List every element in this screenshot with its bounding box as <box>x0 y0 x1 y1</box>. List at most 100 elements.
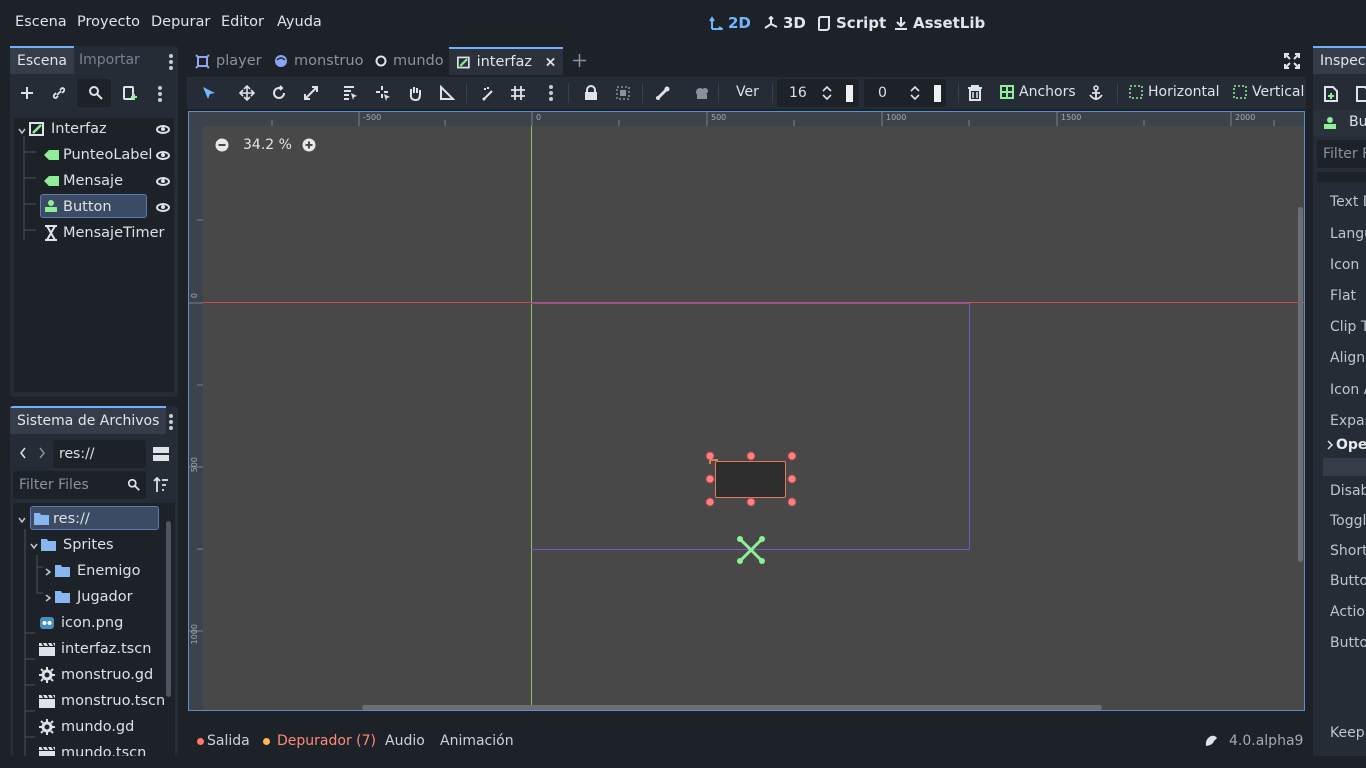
tree-item-punteolabel[interactable]: PunteoLabel <box>41 143 156 167</box>
select-mode-icon[interactable] <box>201 85 217 101</box>
group-icon[interactable] <box>615 85 631 101</box>
selection-handles[interactable] <box>703 449 799 511</box>
new-resource-icon[interactable] <box>1324 86 1338 102</box>
filter-files-input[interactable]: Filter Files <box>13 471 146 499</box>
lock-icon[interactable] <box>583 85 599 101</box>
tab-player[interactable]: player <box>187 47 270 75</box>
collapse-arrow-icon[interactable] <box>29 539 39 555</box>
updown-arrows-icon[interactable] <box>822 85 832 101</box>
scale-mode-icon[interactable] <box>303 85 319 101</box>
tab-sistema-archivos[interactable]: Sistema de Archivos <box>10 406 167 434</box>
inspector-prop: Icon <box>1330 257 1360 273</box>
close-icon[interactable] <box>546 57 555 67</box>
horizontal-scrollbar[interactable] <box>362 705 1102 710</box>
collapse-arrow-icon[interactable] <box>17 124 27 135</box>
tree-item-interfaz[interactable]: Interfaz <box>29 117 159 141</box>
debugger-tab[interactable]: Depurador (7) <box>277 733 376 749</box>
visibility-eye-icon[interactable] <box>156 151 170 160</box>
anchors-menu-button[interactable]: Anchors <box>1000 84 1076 100</box>
expand-arrow-icon[interactable] <box>43 565 53 581</box>
forward-arrow-icon[interactable] <box>38 447 46 463</box>
ruler-mode-icon[interactable] <box>439 85 455 101</box>
update-spinner-icon[interactable] <box>1203 733 1219 749</box>
file-item-res[interactable]: res:// <box>30 506 159 530</box>
instance-scene-icon[interactable] <box>122 85 138 101</box>
tab-interfaz[interactable]: interfaz <box>449 47 563 75</box>
workspace-2d-button[interactable]: 2D <box>709 14 751 32</box>
back-arrow-icon[interactable] <box>19 447 27 463</box>
workspace-assetlib-button[interactable]: AssetLib <box>894 14 985 32</box>
vertical-container-button[interactable]: Vertical <box>1233 84 1304 100</box>
menu-editor[interactable]: Editor <box>221 14 264 30</box>
pan-mode-icon[interactable] <box>407 85 423 101</box>
list-select-icon[interactable] <box>342 85 358 101</box>
updown-arrows-icon[interactable] <box>910 85 920 101</box>
load-resource-icon[interactable] <box>1356 86 1366 102</box>
zoom-in-icon[interactable] <box>302 138 316 152</box>
filter-nodes-button[interactable] <box>77 79 111 107</box>
inspector-section-open[interactable]: Ope <box>1336 437 1366 453</box>
vertical-scrollbar[interactable] <box>1298 207 1303 562</box>
workspace-script-button[interactable]: Script <box>818 14 886 32</box>
smart-snap-icon[interactable] <box>480 85 496 101</box>
collapse-arrow-icon[interactable] <box>17 513 27 529</box>
menu-depurar[interactable]: Depurar <box>151 14 210 30</box>
rotate-mode-icon[interactable] <box>271 85 287 101</box>
ruler-ticks <box>271 112 1275 126</box>
camera-override-icon[interactable] <box>694 85 710 101</box>
tree-item-mensajetimer[interactable]: MensajeTimer <box>41 221 171 245</box>
canvas-viewport[interactable]: -500 0 500 1000 1500 2000 0 500 1000 34.… <box>188 111 1305 711</box>
inspector-filter-input[interactable]: Filter F <box>1317 140 1366 168</box>
tree-item-button[interactable]: Button <box>40 194 147 218</box>
zoom-out-icon[interactable] <box>215 138 229 152</box>
pivot-handle-icon[interactable] <box>734 533 768 567</box>
snap-options-icon[interactable] <box>549 85 553 101</box>
color-swatch[interactable] <box>934 85 941 102</box>
tab-inspector[interactable]: Inspec <box>1313 46 1366 74</box>
visibility-eye-icon[interactable] <box>156 203 170 212</box>
grid-offset-spinbox[interactable]: 0 <box>864 79 946 107</box>
visibility-eye-icon[interactable] <box>156 177 170 186</box>
toolbar-separator <box>466 83 467 103</box>
ruler-label: 1000 <box>886 113 907 122</box>
distraction-free-icon[interactable] <box>1284 53 1300 73</box>
sort-icon[interactable] <box>153 476 169 493</box>
visibility-eye-icon[interactable] <box>156 125 170 134</box>
link-icon[interactable] <box>51 85 67 101</box>
pivot-mode-icon[interactable] <box>375 85 391 101</box>
file-tree-scrollbar[interactable] <box>166 521 171 697</box>
delete-icon[interactable] <box>967 85 983 101</box>
add-node-icon[interactable] <box>19 85 35 101</box>
workspace-3d-button[interactable]: 3D <box>764 14 806 32</box>
scene-tree-menu-icon[interactable] <box>158 86 162 102</box>
tab-importar[interactable]: Importar <box>72 46 147 74</box>
menu-escena[interactable]: Escena <box>15 14 67 30</box>
zoom-level[interactable]: 34.2 % <box>243 137 292 153</box>
horizontal-container-button[interactable]: Horizontal <box>1129 84 1219 100</box>
expand-arrow-icon[interactable] <box>43 591 53 607</box>
label-node-icon <box>44 150 59 160</box>
anchor-icon[interactable] <box>1088 85 1104 101</box>
view-menu-button[interactable]: Ver <box>736 84 759 100</box>
audio-tab[interactable]: Audio <box>385 733 425 749</box>
scene-file-icon <box>39 746 55 756</box>
tab-monstruo[interactable]: monstruo <box>266 47 371 75</box>
dock-menu-icon[interactable] <box>169 54 173 70</box>
split-view-icon[interactable] <box>153 447 169 461</box>
grid-snap-icon[interactable] <box>510 85 526 101</box>
menu-ayuda[interactable]: Ayuda <box>277 14 322 30</box>
animation-tab[interactable]: Animación <box>440 733 514 749</box>
output-tab[interactable]: Salida <box>207 733 250 749</box>
move-mode-icon[interactable] <box>239 85 255 101</box>
path-input[interactable]: res:// <box>53 440 146 468</box>
color-swatch[interactable] <box>846 85 853 102</box>
dock-menu-icon[interactable] <box>169 414 173 430</box>
expand-arrow-icon[interactable] <box>1326 440 1334 450</box>
grid-step-spinbox[interactable]: 16 <box>777 79 859 107</box>
tab-mundo[interactable]: mundo <box>367 47 452 75</box>
add-tab-icon[interactable] <box>572 53 587 72</box>
menu-proyecto[interactable]: Proyecto <box>77 14 140 30</box>
tab-escena[interactable]: Escena <box>10 46 74 74</box>
tree-item-mensaje[interactable]: Mensaje <box>41 169 156 193</box>
skeleton-icon[interactable] <box>655 85 671 101</box>
